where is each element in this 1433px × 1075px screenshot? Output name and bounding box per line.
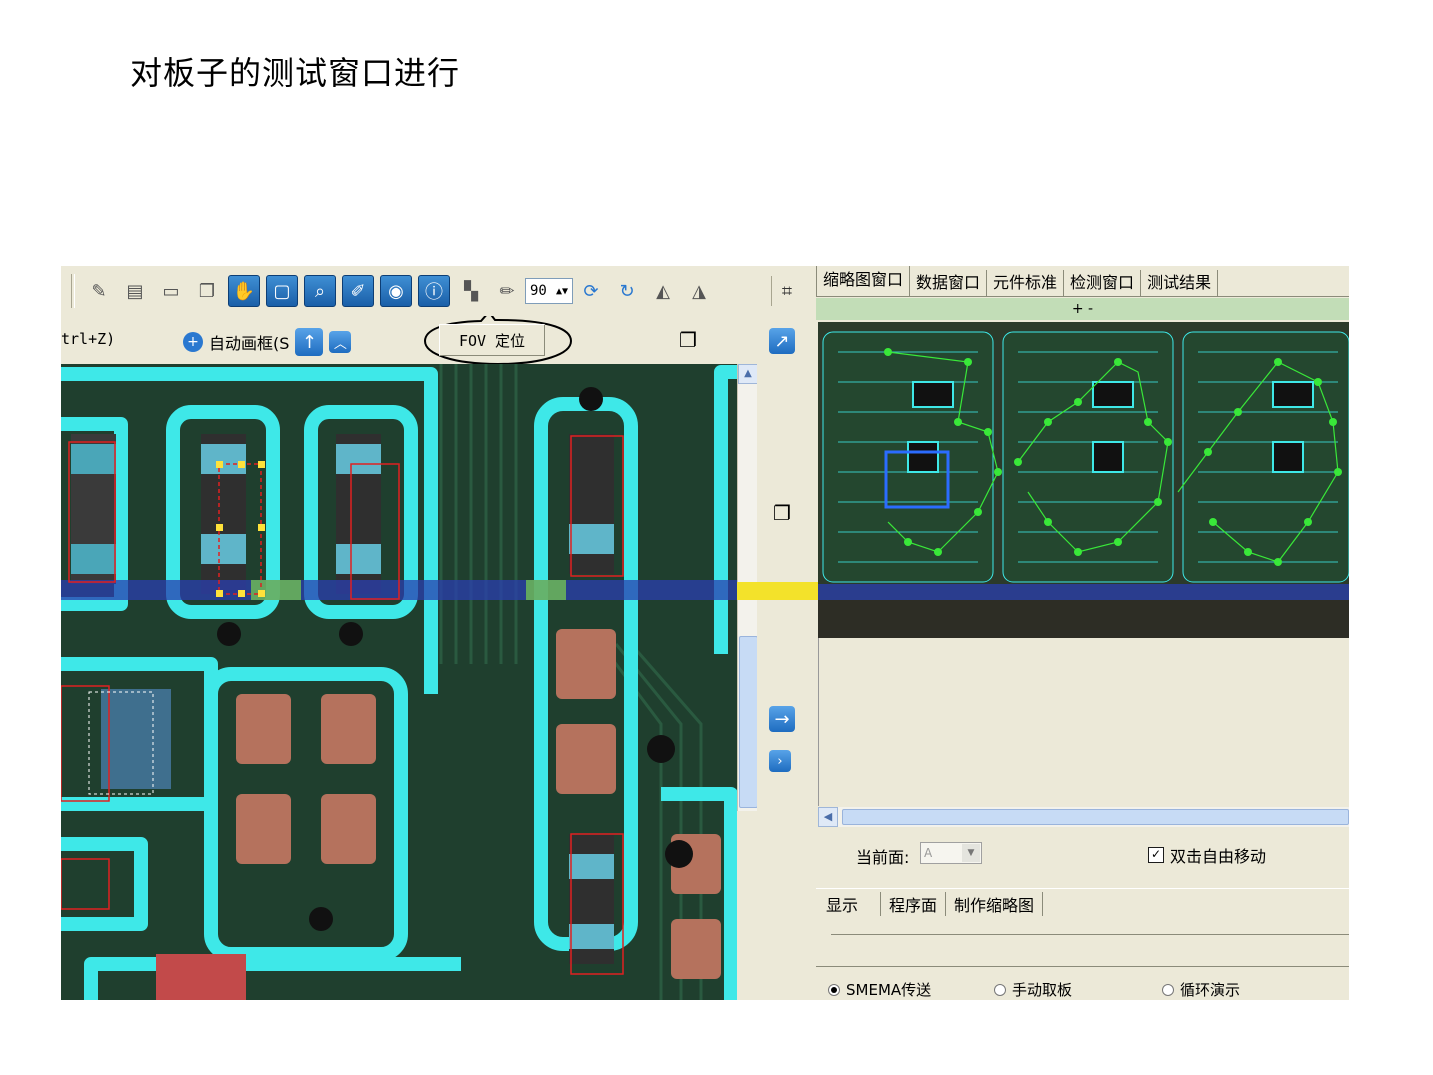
slide-title: 对板子的测试窗口进行 <box>130 54 461 92</box>
double-click-label: 双击自由移动 <box>1170 847 1267 866</box>
radio-unselected-icon[interactable] <box>994 983 1006 996</box>
restore-window-icon[interactable]: ❐ <box>769 500 795 526</box>
chevron-down-icon[interactable]: ▼ <box>962 844 980 862</box>
tab-test-result[interactable]: 测试结果 <box>1141 270 1219 296</box>
contrast-icon[interactable]: ▚ <box>456 276 486 306</box>
restore-icon[interactable]: ❐ <box>679 328 697 352</box>
hand-icon[interactable]: ✋ <box>228 275 260 307</box>
board-thumbnail[interactable] <box>818 322 1349 638</box>
tab-display[interactable]: 显示 <box>816 892 882 916</box>
chevron-right-button[interactable]: › <box>769 750 791 772</box>
zoom-value: 90 <box>530 283 547 299</box>
radio-selected-icon[interactable] <box>828 983 840 996</box>
lower-tabs: 显示 程序面 制作缩略图 <box>816 888 1349 919</box>
thumbnail-zoom-controls[interactable]: + - <box>816 298 1349 320</box>
chevron-up-button[interactable]: ︿ <box>329 331 352 353</box>
tab-program-face[interactable]: 程序面 <box>881 892 947 916</box>
radio-loop-label: 循环演示 <box>1180 981 1241 999</box>
mirror-right-icon[interactable]: ◮ <box>684 276 714 306</box>
mirror-left-icon[interactable]: ◭ <box>648 276 678 306</box>
edit-icon[interactable]: ✐ <box>342 275 374 307</box>
image-tools-bar: trl+Z) + 自动画框(S ↑ ︿ FOV 定位 ❐ <box>61 316 809 366</box>
transfer-mode-options: SMEMA传送 手动取板 循环演示 <box>816 966 1349 1000</box>
zoom-icon[interactable]: ⌕ <box>304 275 336 307</box>
undo-shortcut-hint: trl+Z) <box>61 330 116 348</box>
face-settings-row: 当前面: A ▼ ✓ 双击自由移动 <box>816 834 1349 874</box>
main-toolbar: ✎ ▤ ▭ ❐ ✋ ▢ ⌕ ✐ ◉ ⓘ ▚ ✏ 90 ▲▼ ⟳ ↻ ◭ ◮ ⌗ <box>61 266 809 317</box>
toolbar-grip <box>71 274 75 308</box>
radio-smema-label: SMEMA传送 <box>846 981 932 999</box>
radio-manual-label: 手动取板 <box>1012 981 1073 999</box>
rotate-icon[interactable]: ↻ <box>612 276 642 306</box>
thumbnail-image <box>818 322 1349 638</box>
board-camera-view[interactable] <box>61 364 737 1000</box>
scroll-thumb[interactable] <box>739 636 758 808</box>
current-face-value: A <box>924 846 933 860</box>
new-icon[interactable]: ✎ <box>84 276 114 306</box>
scroll-left-icon[interactable]: ◀ <box>818 807 838 827</box>
aoi-application-window: ✎ ▤ ▭ ❐ ✋ ▢ ⌕ ✐ ◉ ⓘ ▚ ✏ 90 ▲▼ ⟳ ↻ ◭ ◮ ⌗ … <box>61 266 1349 1000</box>
pcb-image <box>61 364 737 1000</box>
info-icon[interactable]: ⓘ <box>418 275 450 307</box>
auto-frame-control[interactable]: + 自动画框(S ↑ ︿ <box>183 328 352 356</box>
scan-band-marker <box>737 582 818 600</box>
save-as-icon[interactable]: ❐ <box>192 276 222 306</box>
right-panel-tabs: 缩略图窗口 数据窗口 元件标准 检测窗口 测试结果 <box>816 266 1349 297</box>
horizontal-scroll-thumb[interactable] <box>842 809 1349 825</box>
open-icon[interactable]: ▤ <box>120 276 150 306</box>
pencil-icon[interactable]: ✏ <box>492 276 522 306</box>
tab-data[interactable]: 数据窗口 <box>910 270 988 296</box>
frame-icon[interactable]: ▢ <box>266 275 298 307</box>
radio-manual[interactable]: 手动取板 <box>994 979 1072 1000</box>
double-click-move-toggle[interactable]: ✓ 双击自由移动 <box>1148 843 1266 867</box>
image-side-controls: ↗ ❐ → › <box>757 316 816 1000</box>
expand-arrow-button[interactable]: ↗ <box>769 328 795 354</box>
save-icon[interactable]: ▭ <box>156 276 186 306</box>
fit-icon[interactable]: ⌗ <box>771 276 802 306</box>
thumbnail-horizontal-scrollbar[interactable]: ◀ <box>818 807 1349 827</box>
radio-smema[interactable]: SMEMA传送 <box>828 979 931 1000</box>
plus-icon: + <box>183 332 203 352</box>
auto-frame-label: 自动画框(S <box>209 334 290 353</box>
thumbnail-empty-area <box>818 638 1349 806</box>
current-face-label: 当前面: <box>856 848 910 867</box>
radio-loop[interactable]: 循环演示 <box>1162 979 1240 1000</box>
tab-make-thumbnail[interactable]: 制作缩略图 <box>946 892 1044 916</box>
zoom-spinner[interactable]: 90 ▲▼ <box>525 278 573 304</box>
current-face-select[interactable]: A ▼ <box>920 842 982 864</box>
radio-unselected-icon[interactable] <box>1162 983 1174 996</box>
checkbox-icon[interactable]: ✓ <box>1148 847 1164 863</box>
camera-icon[interactable]: ◉ <box>380 275 412 307</box>
scroll-up-icon[interactable]: ▲ <box>738 364 758 384</box>
arrow-right-button[interactable]: → <box>769 706 795 732</box>
lower-tab-content <box>831 934 1349 949</box>
fov-locate-button[interactable]: FOV 定位 <box>439 324 545 356</box>
spinner-arrows-icon[interactable]: ▲▼ <box>556 286 568 297</box>
refresh-icon[interactable]: ⟳ <box>576 276 606 306</box>
tab-thumbnail[interactable]: 缩略图窗口 <box>816 266 911 296</box>
tab-component-standard[interactable]: 元件标准 <box>987 270 1065 296</box>
arrow-up-button[interactable]: ↑ <box>295 328 324 356</box>
tab-inspection[interactable]: 检测窗口 <box>1064 270 1142 296</box>
